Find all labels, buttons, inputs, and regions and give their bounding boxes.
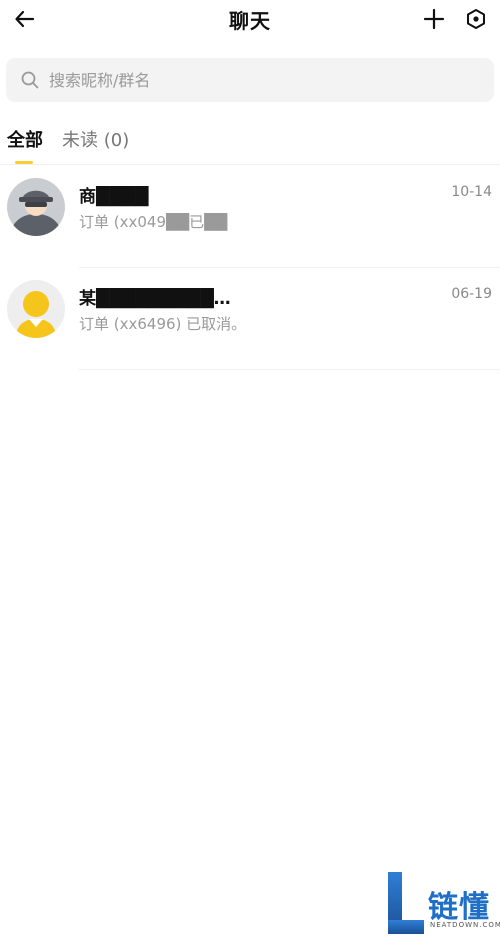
search-icon: [20, 70, 40, 90]
search-bar[interactable]: [6, 58, 494, 102]
tab-bar: 全部 未读 (0): [0, 126, 500, 166]
chat-time: 06-19: [451, 286, 492, 302]
l-logo-icon: [388, 872, 424, 934]
plus-icon: [423, 8, 445, 30]
search-input[interactable]: [49, 70, 449, 90]
chat-preview: 订单 (xx049██已██: [79, 213, 228, 231]
divider: [79, 369, 500, 370]
tab-all[interactable]: 全部: [7, 126, 43, 164]
chat-preview: 订单 (xx6496) 已取消。: [79, 315, 247, 333]
chat-list-item[interactable]: 商████ 订单 (xx049██已██ 10-14: [0, 166, 500, 268]
add-button[interactable]: [418, 3, 450, 35]
masked-person-avatar-icon: [7, 178, 65, 236]
watermark-logo: 链懂 NEATDOWN.COM: [386, 870, 500, 936]
yellow-person-avatar-icon: [7, 280, 65, 338]
watermark-text: 链懂: [428, 890, 490, 925]
chat-name: 商████: [79, 187, 149, 207]
tab-unread[interactable]: 未读 (0): [62, 126, 129, 164]
chat-list-item[interactable]: 某█████████… 订单 (xx6496) 已取消。 06-19: [0, 268, 500, 370]
hexagon-settings-icon: [467, 9, 485, 29]
watermark-subtext: NEATDOWN.COM: [430, 921, 500, 929]
divider: [0, 164, 500, 165]
chat-page: 聊天 全部 未读 (0): [0, 0, 500, 940]
settings-button[interactable]: [460, 3, 492, 35]
chat-time: 10-14: [451, 184, 492, 200]
header-bar: 聊天: [0, 0, 500, 40]
chat-name: 某█████████…: [79, 289, 231, 309]
